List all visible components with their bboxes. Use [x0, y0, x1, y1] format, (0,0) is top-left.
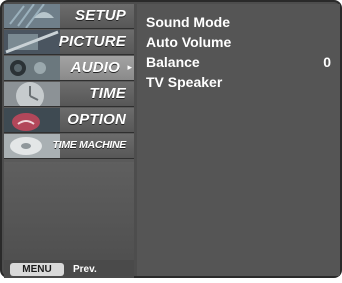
balance-value: 0: [323, 54, 331, 70]
sidebar-item-label: TIME MACHINE: [52, 139, 127, 151]
film-strip-icon: [4, 30, 60, 54]
option-label: TV Speaker: [146, 74, 223, 90]
sidebar-item-time[interactable]: TIME: [4, 82, 134, 107]
sidebar-item-time-machine[interactable]: TIME MACHINE: [4, 134, 134, 159]
tv-osd-menu: SETUP PICTURE AUDIO ▸ TIME OPTION TIME M…: [0, 0, 342, 278]
option-label: Balance: [146, 54, 200, 70]
sidebar-item-label: PICTURE: [58, 33, 126, 50]
menu-key-badge[interactable]: MENU: [10, 263, 64, 276]
sidebar: SETUP PICTURE AUDIO ▸ TIME OPTION TIME M…: [4, 4, 134, 278]
sidebar-item-picture[interactable]: PICTURE: [4, 30, 134, 55]
special-tag-icon: [4, 108, 60, 132]
option-tv-speaker[interactable]: TV Speaker: [146, 73, 336, 91]
option-auto-volume[interactable]: Auto Volume: [146, 33, 336, 51]
sidebar-item-label: SETUP: [74, 7, 126, 24]
sidebar-item-setup[interactable]: SETUP: [4, 4, 134, 29]
sidebar-item-label: OPTION: [67, 111, 126, 128]
sidebar-empty-area: [4, 162, 134, 264]
sidebar-item-option[interactable]: OPTION: [4, 108, 134, 133]
sidebar-item-label: TIME: [89, 85, 126, 102]
clock-icon: [4, 82, 60, 106]
satellite-dish-icon: [4, 4, 60, 28]
speaker-icon: [4, 56, 60, 80]
sidebar-item-label: AUDIO: [70, 59, 120, 76]
sidebar-item-audio[interactable]: AUDIO ▸: [4, 56, 134, 81]
time-machine-disc-icon: [4, 134, 60, 158]
selected-arrow-icon: ▸: [127, 62, 132, 72]
osd-frame: SETUP PICTURE AUDIO ▸ TIME OPTION TIME M…: [0, 0, 342, 278]
prev-label: Prev.: [73, 264, 97, 275]
option-balance[interactable]: Balance 0: [146, 53, 336, 71]
audio-options-panel: Sound Mode Auto Volume Balance 0 TV Spea…: [137, 4, 340, 276]
option-label: Auto Volume: [146, 34, 232, 50]
option-label: Sound Mode: [146, 14, 230, 30]
option-sound-mode[interactable]: Sound Mode: [146, 13, 336, 31]
